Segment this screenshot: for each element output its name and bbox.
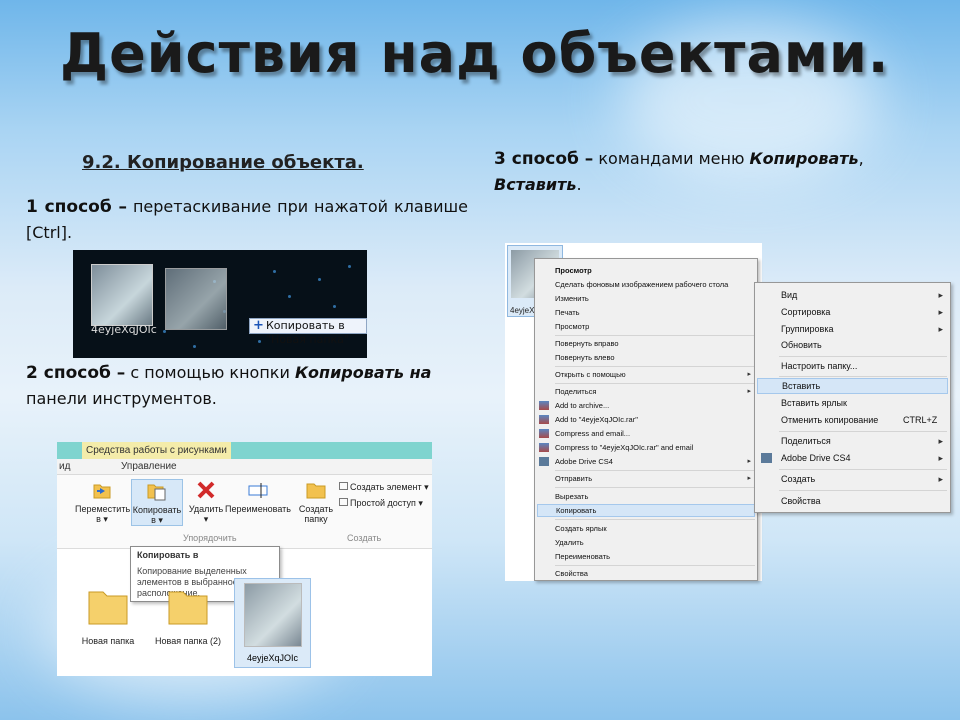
menu-item-set-wallpaper[interactable]: Сделать фоновым изображением рабочего ст… — [555, 279, 728, 290]
menu-item-send-to[interactable]: Отправить ▸ — [555, 473, 755, 484]
image-thumbnail — [243, 583, 302, 647]
submenu-arrow-icon: ▸ — [938, 324, 943, 334]
menu-item-paste[interactable]: Вставить — [757, 378, 948, 394]
adobe-drive-icon — [761, 453, 772, 463]
picture-tools-tab-header: Средства работы с рисунками — [82, 442, 231, 459]
move-to-button[interactable]: Переместить в ▾ — [75, 479, 130, 524]
slide-title: Действия над объектами. — [60, 22, 890, 85]
tab-manage[interactable]: Управление — [121, 459, 177, 475]
ribbon-tabs: ид Управление — [57, 459, 432, 475]
submenu-arrow-icon: ▸ — [747, 458, 751, 465]
method-2-text: 2 способ – с помощью кнопки Копировать н… — [26, 363, 432, 408]
menu-item-undo-copy[interactable]: Отменить копирование CTRL+Z — [781, 413, 949, 427]
method-3-text: 3 способ – командами меню Копировать, Вс… — [494, 149, 864, 194]
new-folder-icon — [306, 483, 326, 499]
plus-icon: + — [253, 318, 264, 333]
easy-access-button[interactable]: Простой доступ ▾ — [339, 497, 423, 509]
drag-copy-screenshot: 4eyjeXqJOIc + Копировать в "Новая папка" — [73, 250, 367, 358]
easy-access-icon — [339, 498, 348, 506]
rename-icon — [248, 483, 268, 498]
method-1-lead: 1 способ – — [26, 197, 127, 217]
method-2-lead: 2 способ – — [26, 363, 126, 383]
menu-item-rotate-right[interactable]: Повернуть вправо — [555, 338, 619, 349]
menu-item-rotate-left[interactable]: Повернуть влево — [555, 352, 615, 363]
new-item-icon — [339, 482, 348, 490]
menu-item-group[interactable]: Группировка ▸ — [781, 322, 949, 336]
group-organize-label: Упорядочить — [183, 533, 237, 543]
menu-item-add-archive[interactable]: Add to archive... — [555, 400, 609, 411]
folder-icon — [88, 591, 128, 625]
method-3-lead: 3 способ – — [494, 149, 594, 169]
adobe-drive-icon — [539, 457, 549, 466]
submenu-arrow-icon: ▸ — [938, 307, 943, 317]
drag-copy-label: Копировать в "Новая папка" — [266, 319, 349, 346]
explorer-ribbon-screenshot: Средства работы с рисунками ид Управлени… — [57, 442, 432, 676]
file-name-label: 4eyjeXqJOIc — [91, 323, 157, 336]
winrar-icon — [539, 415, 549, 424]
submenu-arrow-icon: ▸ — [747, 371, 751, 378]
menu-item-new[interactable]: Создать ▸ — [781, 472, 949, 486]
menu-item-properties[interactable]: Свойства — [555, 568, 588, 579]
menu-item-refresh[interactable]: Обновить — [781, 338, 822, 352]
winrar-icon — [539, 443, 549, 452]
menu-item-cut[interactable]: Вырезать — [555, 491, 588, 502]
folder-item[interactable]: Новая папка — [73, 582, 143, 646]
submenu-arrow-icon: ▸ — [938, 474, 943, 484]
section-heading: 9.2. Копирование объекта. — [82, 152, 364, 173]
submenu-arrow-icon: ▸ — [938, 436, 943, 446]
menu-item-view[interactable]: Вид ▸ — [781, 288, 949, 302]
selected-image-file[interactable]: 4eyjeXqJOIc — [234, 578, 311, 668]
menu-item-copy[interactable]: Копировать — [537, 504, 755, 517]
tab-view[interactable]: ид — [59, 459, 70, 475]
file-context-menu: Просмотр Сделать фоновым изображением ра… — [534, 258, 758, 581]
context-menu-screenshot: 4eyjeXq Просмотр Сделать фоновым изображ… — [505, 243, 762, 581]
winrar-icon — [539, 429, 549, 438]
submenu-arrow-icon: ▸ — [938, 290, 943, 300]
source-file-thumbnail[interactable] — [91, 264, 153, 326]
submenu-arrow-icon: ▸ — [747, 388, 751, 395]
undo-shortcut: CTRL+Z — [903, 415, 938, 425]
tooltip-title: Копировать в — [137, 550, 199, 560]
menu-item-rename[interactable]: Переименовать — [555, 551, 610, 562]
menu-item-preview[interactable]: Просмотр — [555, 265, 592, 276]
rename-button[interactable]: Переименовать — [225, 479, 291, 514]
menu-item-add-rar[interactable]: Add to "4eyjeXqJOIc.rar" — [555, 414, 638, 425]
folder-item[interactable]: Новая папка (2) — [153, 582, 223, 646]
new-folder-button[interactable]: Создать папку — [297, 479, 335, 524]
menu-item-edit[interactable]: Изменить — [555, 293, 589, 304]
dragged-file-ghost — [165, 268, 227, 330]
ribbon-body: Переместить в ▾ Копировать в ▾ Удалить ▾… — [57, 475, 432, 549]
menu-item-paste-shortcut[interactable]: Вставить ярлык — [781, 396, 847, 410]
drag-copy-tooltip: + Копировать в "Новая папка" — [249, 318, 367, 346]
menu-item-sort[interactable]: Сортировка ▸ — [781, 305, 949, 319]
folder-icon — [168, 591, 208, 625]
menu-item-open-with[interactable]: Открыть с помощью ▸ — [555, 369, 755, 380]
submenu-arrow-icon: ▸ — [938, 453, 943, 463]
submenu-arrow-icon: ▸ — [747, 475, 751, 482]
menu-item-customize-folder[interactable]: Настроить папку... — [781, 359, 857, 373]
method-1-text: 1 способ – перетаскивание при нажатой кл… — [26, 194, 468, 246]
delete-icon — [197, 481, 215, 499]
menu-item-view[interactable]: Просмотр — [555, 321, 589, 332]
delete-button[interactable]: Удалить ▾ — [187, 479, 225, 524]
menu-item-create-shortcut[interactable]: Создать ярлык — [555, 523, 607, 534]
menu-item-compress-rar-email[interactable]: Compress to "4eyjeXqJOIc.rar" and email — [555, 442, 693, 453]
menu-item-adobe-drive[interactable]: Adobe Drive CS4 ▸ — [555, 456, 755, 467]
winrar-icon — [539, 401, 549, 410]
group-create-label: Создать — [347, 533, 382, 543]
move-to-icon — [93, 484, 111, 499]
menu-item-share[interactable]: Поделиться ▸ — [555, 386, 755, 397]
copy-to-button[interactable]: Копировать в ▾ — [131, 479, 183, 526]
folder-context-menu: Вид ▸ Сортировка ▸ Группировка ▸ Обновить Н… — [754, 282, 951, 513]
copy-to-icon — [147, 484, 166, 501]
menu-item-print[interactable]: Печать — [555, 307, 580, 318]
menu-item-compress-email[interactable]: Compress and email... — [555, 428, 630, 439]
menu-item-delete[interactable]: Удалить — [555, 537, 584, 548]
menu-item-properties[interactable]: Свойства — [781, 494, 821, 508]
new-item-button[interactable]: Создать элемент ▾ — [339, 481, 429, 493]
menu-item-adobe-drive[interactable]: Adobe Drive CS4 ▸ — [781, 451, 949, 465]
menu-item-share[interactable]: Поделиться ▸ — [781, 434, 949, 448]
